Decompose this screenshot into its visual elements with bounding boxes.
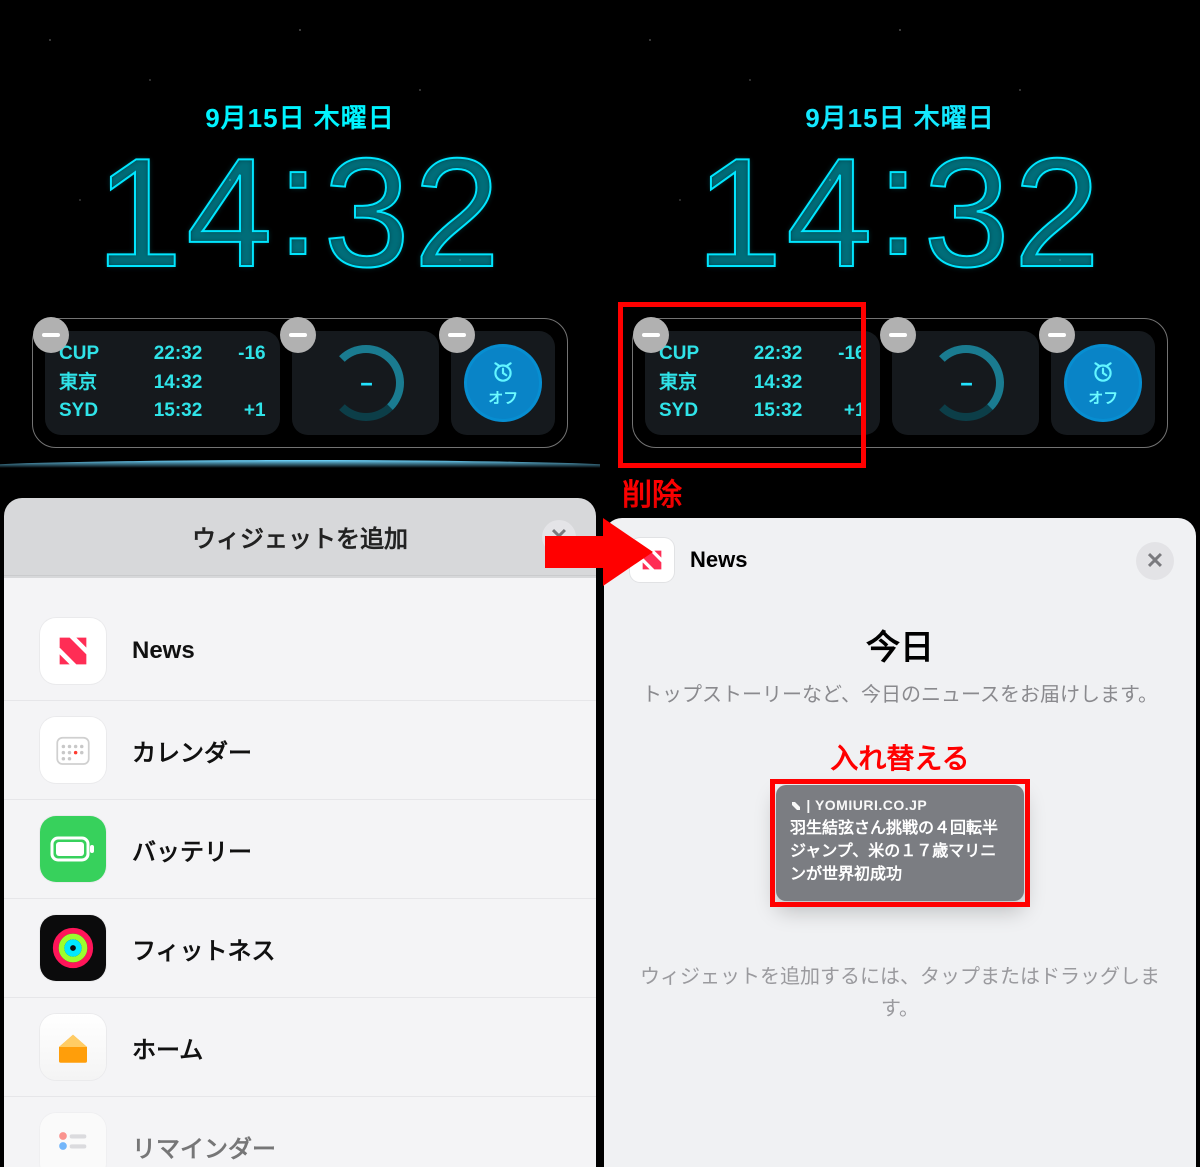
alarm-label: オフ [488, 387, 518, 408]
list-item-fitness[interactable]: フィットネス [4, 899, 596, 998]
activity-gauge-widget[interactable]: -- [892, 331, 1040, 435]
list-item-news[interactable]: News [4, 602, 596, 701]
home-app-icon [40, 1014, 106, 1080]
reminders-icon [53, 1126, 93, 1166]
sheet-header: ウィジェットを追加 ✕ [4, 498, 596, 576]
wc-time: 22:32 [134, 340, 202, 369]
battery-icon [50, 836, 96, 862]
add-widget-hint: ウィジェットを追加するには、タップまたはドラッグします。 [604, 901, 1196, 1025]
calendar-icon [52, 729, 94, 771]
time-colon: : [876, 114, 923, 287]
list-item-label: バッテリー [132, 832, 252, 867]
close-sheet-button[interactable]: ✕ [1136, 542, 1174, 580]
annotation-delete-box [618, 302, 866, 468]
wc-offset: -16 [222, 340, 266, 369]
list-item-calendar[interactable]: カレンダー [4, 701, 596, 800]
alarm-clock-icon [1090, 359, 1116, 385]
remove-widget-button[interactable] [1039, 317, 1075, 353]
add-widget-sheet: ウィジェットを追加 ✕ News カレンダー [4, 498, 596, 1167]
list-item-reminders[interactable]: リマインダー [4, 1097, 596, 1167]
home-icon [52, 1026, 94, 1068]
annotation-swap-label: 入れ替える [604, 737, 1196, 777]
sheet-title: News [690, 547, 747, 573]
time-m: 32 [324, 126, 504, 299]
alarm-circle: オフ [464, 344, 542, 422]
reminders-app-icon [40, 1113, 106, 1167]
gauge-value: -- [336, 353, 396, 413]
wc-offset: +1 [222, 397, 266, 426]
remove-widget-button[interactable] [439, 317, 475, 353]
alarm-label: オフ [1088, 387, 1118, 408]
calendar-app-icon [40, 717, 106, 783]
news-icon [790, 800, 802, 812]
wc-city: 東京 [59, 369, 115, 398]
time-colon: : [276, 114, 323, 287]
lockscreen-time: 14:32 [0, 135, 600, 290]
fitness-app-icon [40, 915, 106, 981]
list-item-home[interactable]: ホーム [4, 998, 596, 1097]
wc-time: 14:32 [134, 369, 202, 398]
time-h: 14 [696, 126, 876, 299]
gauge-value: -- [936, 353, 996, 413]
alarm-clock-icon [490, 359, 516, 385]
table-row: 東京 14:32 [59, 369, 266, 398]
widget-kind-subtitle: トップストーリーなど、今日のニュースをお届けします。 [604, 669, 1196, 711]
remove-widget-button[interactable] [880, 317, 916, 353]
time-h: 14 [96, 126, 276, 299]
wc-time: 15:32 [134, 397, 202, 426]
activity-gauge-widget[interactable]: -- [292, 331, 440, 435]
list-item-label: カレンダー [132, 733, 252, 768]
alarm-circle: オフ [1064, 344, 1142, 422]
news-icon [53, 631, 93, 671]
alarm-widget[interactable]: オフ [1051, 331, 1155, 435]
list-item-label: リマインダー [132, 1129, 276, 1164]
table-row: SYD 15:32 +1 [59, 397, 266, 426]
list-item-label: フィットネス [132, 931, 276, 966]
phone-right: 9月15日 木曜日 14:32 CUP 22:32 -16 東京 14:32 [600, 0, 1200, 1167]
sheet-header: News ✕ [604, 518, 1196, 602]
widget-row: CUP 22:32 -16 東京 14:32 SYD 15:32 +1 [32, 318, 568, 448]
annotation-delete-label: 削除 [622, 470, 682, 514]
time-m: 32 [924, 126, 1104, 299]
news-app-icon [40, 618, 106, 684]
fitness-rings-icon [50, 925, 96, 971]
table-row: CUP 22:32 -16 [59, 340, 266, 369]
wc-city: SYD [59, 397, 115, 426]
world-clock-table: CUP 22:32 -16 東京 14:32 SYD 15:32 +1 [45, 340, 280, 426]
news-source-text: | YOMIURI.CO.JP [806, 797, 927, 813]
news-widget-preview[interactable]: | YOMIURI.CO.JP 羽生結弦さん挑戦の４回転半ジャンプ、米の１７歳マ… [776, 785, 1024, 901]
gauge-ring-icon: -- [928, 345, 1004, 421]
sheet-title: ウィジェットを追加 [192, 519, 408, 554]
news-widget-sheet: News ✕ 今日 トップストーリーなど、今日のニュースをお届けします。 入れ替… [604, 518, 1196, 1167]
widget-kind-title: 今日 [604, 620, 1196, 669]
remove-widget-button[interactable] [33, 317, 69, 353]
list-item-label: ホーム [132, 1030, 203, 1065]
flow-arrow-icon [545, 518, 655, 586]
lockscreen-time: 14:32 [600, 135, 1200, 290]
alarm-widget[interactable]: オフ [451, 331, 555, 435]
list-item-battery[interactable]: バッテリー [4, 800, 596, 899]
gauge-ring-icon: -- [328, 345, 404, 421]
wc-city: CUP [59, 340, 115, 369]
list-item-label: News [132, 637, 195, 665]
phone-left: 9月15日 木曜日 14:32 CUP 22:32 -16 東京 14:32 [0, 0, 600, 1167]
world-clock-widget[interactable]: CUP 22:32 -16 東京 14:32 SYD 15:32 +1 [45, 331, 280, 435]
widget-app-list: News カレンダー バッテリー [4, 576, 596, 1167]
remove-widget-button[interactable] [280, 317, 316, 353]
wc-offset [222, 369, 266, 398]
battery-app-icon [40, 816, 106, 882]
news-source: | YOMIURI.CO.JP [790, 797, 1010, 813]
